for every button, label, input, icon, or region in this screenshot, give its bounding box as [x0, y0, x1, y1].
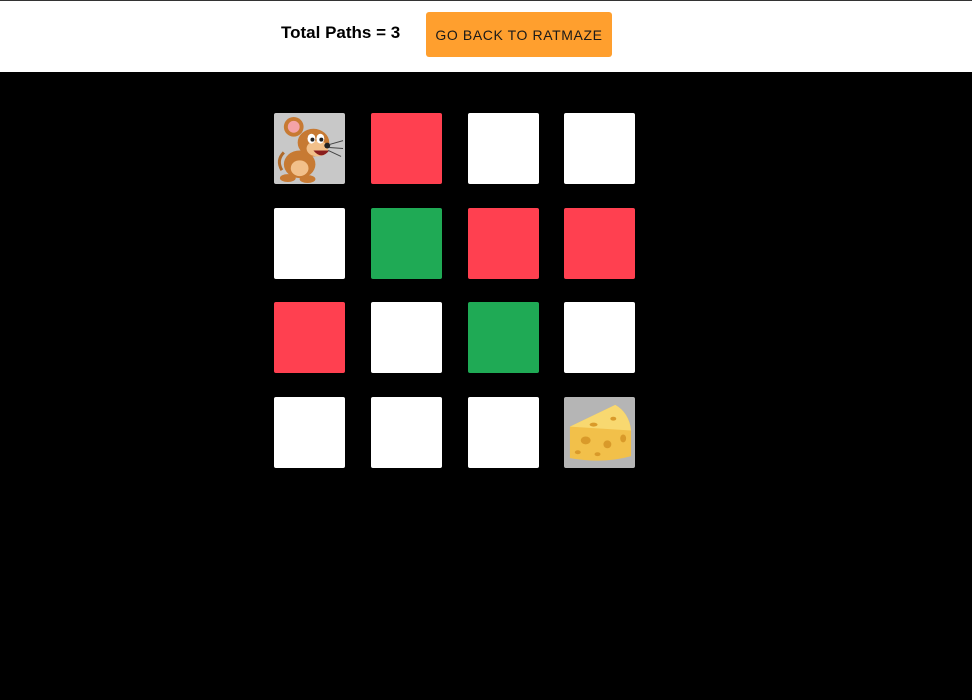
maze-cell-open[interactable] — [564, 302, 635, 373]
maze-cell-open[interactable] — [468, 397, 539, 468]
maze-grid — [274, 113, 636, 468]
top-bar: Total Paths = 3 GO BACK TO RATMAZE — [0, 0, 972, 72]
maze-cell-blocked[interactable] — [564, 208, 635, 279]
maze-cell-open[interactable] — [274, 208, 345, 279]
rat-icon[interactable] — [274, 113, 345, 184]
maze-cell-open[interactable] — [371, 397, 442, 468]
maze-cell-path[interactable] — [468, 302, 539, 373]
maze-cell-path[interactable] — [371, 208, 442, 279]
go-back-button[interactable]: GO BACK TO RATMAZE — [426, 12, 612, 57]
maze-cell-open[interactable] — [371, 302, 442, 373]
maze-cell-open[interactable] — [274, 397, 345, 468]
cheese-icon[interactable] — [564, 397, 635, 468]
total-paths-label: Total Paths = 3 — [281, 23, 401, 42]
maze-cell-blocked[interactable] — [371, 113, 442, 184]
maze-cell-blocked[interactable] — [468, 208, 539, 279]
maze-cell-blocked[interactable] — [274, 302, 345, 373]
maze-cell-open[interactable] — [468, 113, 539, 184]
maze-cell-open[interactable] — [564, 113, 635, 184]
